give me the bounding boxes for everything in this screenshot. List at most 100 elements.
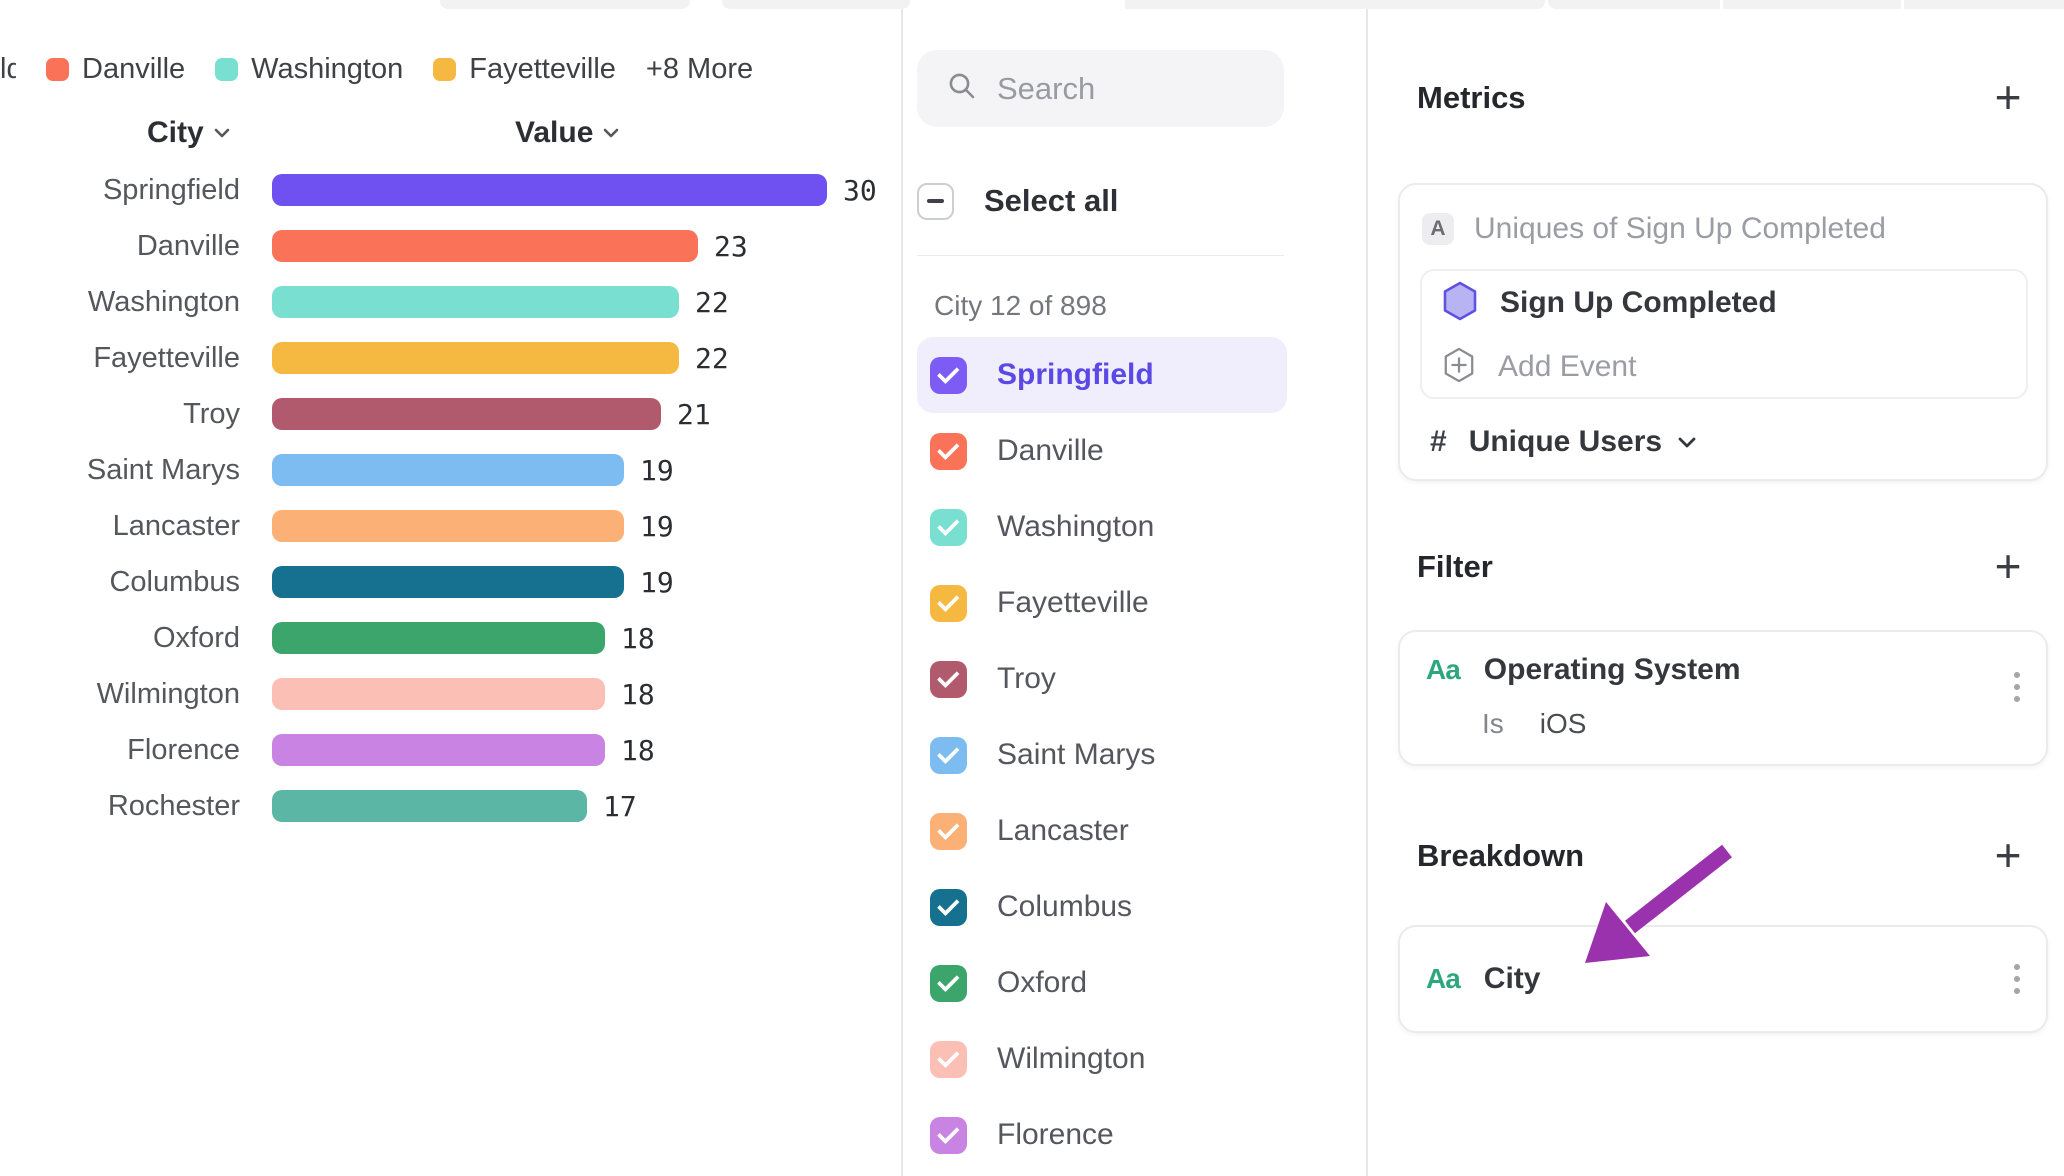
chart-row: Troy21 (0, 386, 900, 442)
legend-swatch (433, 58, 456, 81)
add-metric-button[interactable]: + (1986, 75, 2030, 119)
chart-row: Columbus19 (0, 554, 900, 610)
chart-value-label: 23 (714, 230, 748, 263)
chart-bar[interactable] (272, 398, 661, 430)
add-filter-button[interactable]: + (1986, 544, 2030, 588)
legend-label: Fayetteville (469, 53, 616, 86)
filter-card[interactable]: Aa Operating System Is iOS (1398, 630, 2048, 766)
check-icon (936, 666, 959, 689)
chart-value-label: 21 (677, 398, 711, 431)
chart-row: Rochester17 (0, 778, 900, 834)
column-header-city-label: City (147, 116, 204, 150)
chevron-down-icon (603, 128, 619, 138)
chart-category-label: Springfield (0, 174, 240, 207)
chart-category-label: Florence (0, 734, 240, 767)
chart-value-label: 22 (695, 342, 729, 375)
chart-category-label: Lancaster (0, 510, 240, 543)
checked-checkbox[interactable] (930, 889, 967, 926)
list-item-label: Oxford (997, 966, 1087, 1000)
chart-category-label: Wilmington (0, 678, 240, 711)
chart-value-label: 19 (640, 566, 674, 599)
search-input[interactable]: Search (917, 50, 1284, 127)
tab-divider (1720, 0, 1723, 9)
filter-condition[interactable]: Is iOS (1482, 708, 1586, 740)
chart-bar[interactable] (272, 230, 698, 262)
list-item-danville[interactable]: Danville (917, 413, 1287, 489)
add-breakdown-button[interactable]: + (1986, 833, 2030, 877)
legend-item[interactable]: Danville (46, 53, 185, 86)
select-all-checkbox[interactable] (917, 183, 954, 220)
chart-value-label: 22 (695, 286, 729, 319)
chart-category-label: Saint Marys (0, 454, 240, 487)
chart-row: Wilmington18 (0, 666, 900, 722)
list-item-oxford[interactable]: Oxford (917, 945, 1287, 1021)
chart-bar[interactable] (272, 790, 587, 822)
breakdown-property-row[interactable]: Aa City (1426, 927, 1540, 1031)
legend-label: Danville (82, 53, 185, 86)
list-item-washington[interactable]: Washington (917, 489, 1287, 565)
column-header-city[interactable]: City (147, 116, 230, 150)
list-divider (917, 255, 1284, 256)
measure-selector[interactable]: # Unique Users (1430, 423, 1694, 461)
list-item-label: Troy (997, 662, 1056, 696)
chart-bar[interactable] (272, 734, 605, 766)
legend-item-clipped: ld (0, 53, 16, 86)
checked-checkbox[interactable] (930, 1117, 967, 1154)
legend-item[interactable]: Washington (215, 53, 403, 86)
event-card[interactable]: Sign Up Completed Add Event (1420, 269, 2028, 399)
checked-checkbox[interactable] (930, 433, 967, 470)
list-item-springfield[interactable]: Springfield (917, 337, 1287, 413)
event-row[interactable]: Sign Up Completed (1442, 283, 1777, 323)
chevron-down-icon (1678, 437, 1694, 447)
chart-bar[interactable] (272, 678, 605, 710)
checked-checkbox[interactable] (930, 585, 967, 622)
list-item-label: Washington (997, 510, 1154, 544)
chart-type-tabs-fragment (1548, 0, 2064, 9)
legend-more-toggle[interactable]: +8 More (646, 53, 753, 86)
checked-checkbox[interactable] (930, 509, 967, 546)
list-item-saint-marys[interactable]: Saint Marys (917, 717, 1287, 793)
column-header-value-label: Value (515, 116, 593, 150)
indeterminate-icon (927, 199, 944, 203)
filter-kebab-menu[interactable] (2014, 672, 2020, 702)
chart-row: Saint Marys19 (0, 442, 900, 498)
legend-item[interactable]: Fayetteville (433, 53, 616, 86)
select-all-row[interactable]: Select all (917, 172, 1118, 230)
list-item-florence[interactable]: Florence (917, 1097, 1287, 1173)
chart-bar[interactable] (272, 454, 624, 486)
checked-checkbox[interactable] (930, 661, 967, 698)
checked-checkbox[interactable] (930, 965, 967, 1002)
chart-bar[interactable] (272, 286, 679, 318)
add-event-row[interactable]: Add Event (1442, 347, 1636, 387)
check-icon (936, 894, 959, 917)
checked-checkbox[interactable] (930, 357, 967, 394)
checked-checkbox[interactable] (930, 813, 967, 850)
list-item-wilmington[interactable]: Wilmington (917, 1021, 1287, 1097)
chart-value-label: 19 (640, 510, 674, 543)
chart-bar[interactable] (272, 622, 605, 654)
chart-bar[interactable] (272, 510, 624, 542)
list-item-fayetteville[interactable]: Fayetteville (917, 565, 1287, 641)
check-icon (936, 590, 959, 613)
chart-bar[interactable] (272, 342, 679, 374)
list-item-label: Wilmington (997, 1042, 1145, 1076)
chart-bar[interactable] (272, 174, 827, 206)
column-header-value[interactable]: Value (515, 116, 619, 150)
list-item-lancaster[interactable]: Lancaster (917, 793, 1287, 869)
list-item-troy[interactable]: Troy (917, 641, 1287, 717)
breakdown-kebab-menu[interactable] (2014, 964, 2020, 994)
checked-checkbox[interactable] (930, 1041, 967, 1078)
list-item-label: Florence (997, 1118, 1114, 1152)
check-icon (936, 742, 959, 765)
metric-summary: Uniques of Sign Up Completed (1474, 212, 1886, 246)
search-placeholder: Search (997, 71, 1095, 107)
breakdown-card[interactable]: Aa City (1398, 925, 2048, 1033)
chart-value-label: 18 (621, 734, 655, 767)
metric-card[interactable]: A Uniques of Sign Up Completed Sign Up C… (1398, 183, 2048, 481)
chart-row: Springfield30 (0, 162, 900, 218)
list-item-columbus[interactable]: Columbus (917, 869, 1287, 945)
filter-property-row[interactable]: Aa Operating System (1426, 648, 1741, 692)
checked-checkbox[interactable] (930, 737, 967, 774)
chevron-down-icon (214, 128, 230, 138)
chart-bar[interactable] (272, 566, 624, 598)
